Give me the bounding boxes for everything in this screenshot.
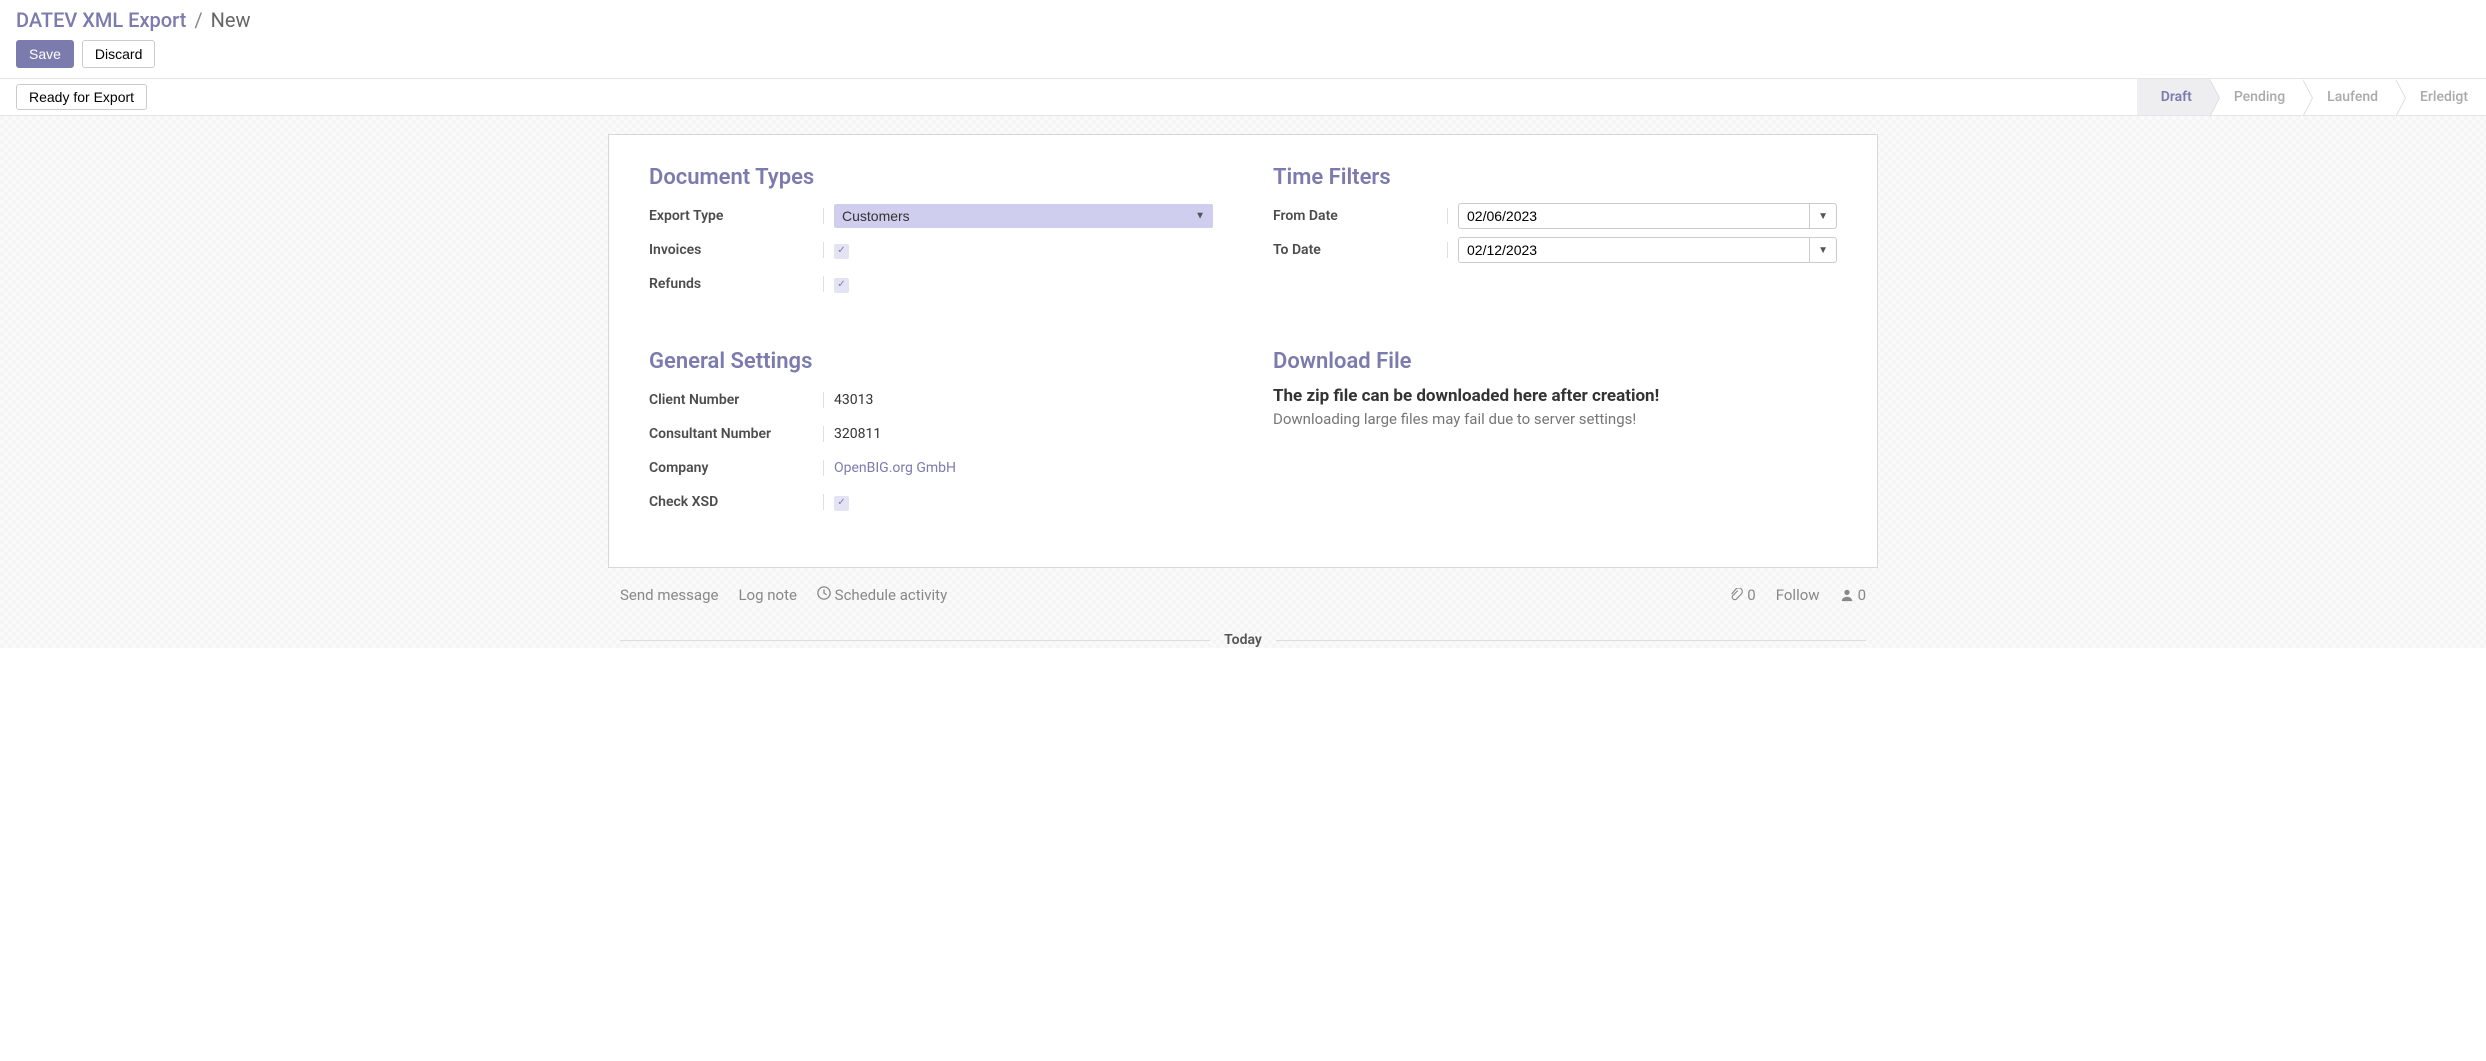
to-date-input[interactable] <box>1458 237 1810 263</box>
download-file-title: Download File <box>1273 349 1837 374</box>
send-message-button[interactable]: Send message <box>620 586 718 604</box>
breadcrumb-current: New <box>211 8 251 32</box>
time-filters-title: Time Filters <box>1273 165 1837 190</box>
refunds-label: Refunds <box>649 276 824 292</box>
from-date-toggle[interactable]: ▼ <box>1810 203 1837 229</box>
breadcrumb: DATEV XML Export / New <box>16 8 2470 32</box>
consultant-number-value: 320811 <box>824 426 1213 442</box>
status-pending[interactable]: Pending <box>2210 79 2303 115</box>
download-heading: The zip file can be downloaded here afte… <box>1273 386 1837 406</box>
refunds-checkbox[interactable]: ✓ <box>834 278 849 293</box>
check-xsd-checkbox[interactable]: ✓ <box>834 496 849 511</box>
followers-counter[interactable]: 0 <box>1840 586 1866 604</box>
breadcrumb-separator: / <box>194 8 202 32</box>
save-button[interactable]: Save <box>16 40 74 68</box>
invoices-checkbox[interactable]: ✓ <box>834 244 849 259</box>
user-icon <box>1840 588 1854 602</box>
invoices-label: Invoices <box>649 242 824 258</box>
consultant-number-label: Consultant Number <box>649 426 824 442</box>
export-type-select[interactable]: Customers <box>834 204 1213 228</box>
company-label: Company <box>649 460 824 476</box>
client-number-value: 43013 <box>824 392 1213 408</box>
followers-count: 0 <box>1858 586 1866 604</box>
general-settings-title: General Settings <box>649 349 1213 374</box>
status-draft[interactable]: Draft <box>2137 79 2210 115</box>
divider-right <box>1276 640 1866 641</box>
from-date-input[interactable] <box>1458 203 1810 229</box>
document-types-title: Document Types <box>649 165 1213 190</box>
discard-button[interactable]: Discard <box>82 40 155 68</box>
status-laufend[interactable]: Laufend <box>2303 79 2396 115</box>
attachments-count: 0 <box>1747 586 1755 604</box>
export-type-label: Export Type <box>649 208 824 224</box>
breadcrumb-root-link[interactable]: DATEV XML Export <box>16 8 186 32</box>
log-note-button[interactable]: Log note <box>738 586 796 604</box>
form-sheet: Document Types Export Type Customers ▼ I… <box>608 134 1878 568</box>
clock-icon <box>817 586 831 600</box>
company-link[interactable]: OpenBIG.org GmbH <box>824 460 1213 476</box>
client-number-label: Client Number <box>649 392 824 408</box>
check-xsd-label: Check XSD <box>649 494 824 510</box>
follow-button[interactable]: Follow <box>1776 586 1820 604</box>
paperclip-icon <box>1729 588 1743 602</box>
today-divider: Today <box>1210 632 1276 648</box>
schedule-activity-button[interactable]: Schedule activity <box>817 586 947 604</box>
status-erledigt[interactable]: Erledigt <box>2396 79 2486 115</box>
download-note: Downloading large files may fail due to … <box>1273 410 1837 428</box>
from-date-label: From Date <box>1273 208 1448 224</box>
divider-left <box>620 640 1210 641</box>
statusbar: Draft Pending Laufend Erledigt <box>2137 79 2486 115</box>
attachments-counter[interactable]: 0 <box>1729 586 1755 604</box>
ready-for-export-button[interactable]: Ready for Export <box>16 84 147 110</box>
schedule-activity-label: Schedule activity <box>835 586 948 604</box>
to-date-toggle[interactable]: ▼ <box>1810 237 1837 263</box>
to-date-label: To Date <box>1273 242 1448 258</box>
